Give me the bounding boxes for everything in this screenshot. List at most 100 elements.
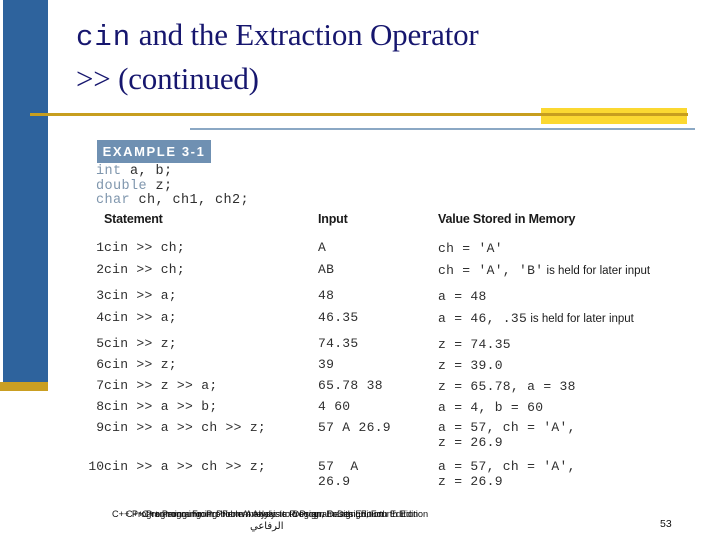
declaration-line: double z; — [96, 178, 249, 195]
row-value-code2: z = 26.9 — [438, 435, 503, 450]
footer-source-citation: C++ Programming: From Problem Analysis t… — [112, 509, 532, 523]
row-input: 39 — [318, 357, 335, 372]
declaration-rest: ch, ch1, ch2; — [130, 193, 250, 208]
declaration-rest: z; — [147, 178, 173, 194]
title-accent-block-stripe — [541, 113, 687, 116]
figure-top-rule — [190, 128, 695, 130]
keyword-double: double — [96, 178, 148, 194]
row-number: 10 — [88, 459, 104, 474]
example-badge: EXAMPLE 3-1 — [97, 140, 211, 163]
row-number: 4 — [96, 310, 104, 325]
row-value-code: a = 48 — [438, 289, 487, 304]
column-header-number — [80, 212, 104, 240]
row-value: ch = 'A' — [438, 240, 695, 262]
row-value-code: ch = 'A', 'B' — [438, 263, 544, 278]
row-statement: cin >> z; — [104, 336, 177, 351]
row-value: ch = 'A', 'B' is held for later input — [438, 262, 695, 288]
row-number: 7 — [96, 378, 104, 393]
row-value: a = 46, .35 is held for later input — [438, 310, 695, 336]
table-row: 10 cin >> a >> ch >> z; 57 A 26.9 a = 57… — [80, 459, 695, 498]
row-value: a = 48 — [438, 288, 695, 310]
row-input: 57 A 26.9 — [318, 459, 438, 498]
row-input: 74.35 — [318, 336, 359, 351]
row-input: 65.78 38 — [318, 378, 383, 393]
row-value-code: z = 39.0 — [438, 358, 503, 373]
row-value-code: a = 57, ch = 'A', — [438, 420, 576, 435]
page-number: 53 — [660, 518, 672, 530]
row-number: 2 — [96, 262, 104, 277]
row-value: z = 39.0 — [438, 357, 695, 378]
column-header-statement: Statement — [104, 212, 163, 226]
table-header-row: Statement Input Value Stored in Memory — [80, 212, 695, 240]
row-statement: cin >> ch; — [104, 262, 186, 277]
row-value-code: a = 4, b = 60 — [438, 400, 544, 415]
row-number: 6 — [96, 357, 104, 372]
row-statement: cin >> a >> ch >> z; — [104, 420, 267, 435]
row-input: A — [318, 240, 327, 255]
row-value-note: is held for later input — [527, 313, 634, 325]
row-value-code: a = 57, ch = 'A', — [438, 459, 576, 474]
table-row: 2 cin >> ch; AB ch = 'A', 'B' is held fo… — [80, 262, 695, 288]
column-header-input: Input — [318, 212, 348, 226]
row-input: 4 60 — [318, 399, 351, 414]
row-value-code: ch = 'A' — [438, 241, 503, 256]
row-input-line1: 57 A — [318, 459, 359, 474]
slide-title: cin and the Extraction Operator >> (cont… — [76, 14, 676, 99]
left-blue-rail — [3, 0, 48, 382]
row-input-line2: 26.9 — [318, 474, 351, 489]
title-accent-block — [541, 108, 687, 124]
footer-arabic-text: الرفاعي — [250, 521, 284, 532]
left-gold-rail — [0, 382, 48, 391]
table-row: 4 cin >> a; 46.35 a = 46, .35 is held fo… — [80, 310, 695, 336]
row-statement: cin >> a >> ch >> z; — [104, 459, 267, 474]
row-value: z = 74.35 — [438, 336, 695, 357]
table-row: 1 cin >> ch; A ch = 'A' — [80, 240, 695, 262]
row-number: 5 — [96, 336, 104, 351]
table-row: 7 cin >> z >> a; 65.78 38 z = 65.78, a =… — [80, 378, 695, 399]
slide-title-line-1: cin and the Extraction Operator — [76, 14, 676, 58]
table-row: 9 cin >> a >> ch >> z; 57 A 26.9 a = 57,… — [80, 420, 695, 459]
row-number: 1 — [96, 240, 104, 255]
example-figure: EXAMPLE 3-1 int a, b; double z; char ch,… — [80, 128, 695, 508]
row-statement: cin >> a; — [104, 288, 177, 303]
row-number: 3 — [96, 288, 104, 303]
slide-footer: C++ Programming: From Problem Analysis t… — [0, 509, 720, 540]
row-input: AB — [318, 262, 335, 277]
example-table: Statement Input Value Stored in Memory 1… — [80, 212, 695, 498]
title-line-1-rest: and the Extraction Operator — [131, 17, 479, 52]
row-value: a = 57, ch = 'A', z = 26.9 — [438, 420, 695, 459]
table-row: 5 cin >> z; 74.35 z = 74.35 — [80, 336, 695, 357]
title-cin-keyword: cin — [76, 21, 132, 54]
declaration-line: char ch, ch1, ch2; — [96, 193, 250, 209]
footer-source-layer-3: C++ Programming: From Analysis to Design… — [142, 509, 384, 519]
row-value-code: a = 46, .35 — [438, 311, 528, 326]
table-row: 8 cin >> a >> b; 4 60 a = 4, b = 60 — [80, 399, 695, 420]
variable-declarations: int a, b; double z; char ch, ch1, ch2; — [96, 164, 250, 209]
row-value-code2: z = 26.9 — [438, 474, 503, 489]
row-value: a = 57, ch = 'A', z = 26.9 — [438, 459, 695, 498]
row-statement: cin >> ch; — [104, 240, 186, 255]
table-row: 6 cin >> z; 39 z = 39.0 — [80, 357, 695, 378]
row-number: 9 — [96, 420, 104, 435]
declaration-rest: a, b; — [121, 164, 173, 179]
row-value: z = 65.78, a = 38 — [438, 378, 695, 399]
column-header-value: Value Stored in Memory — [438, 212, 576, 226]
row-statement: cin >> z >> a; — [104, 378, 218, 393]
row-value-code: z = 74.35 — [438, 337, 511, 352]
row-statement: cin >> a >> b; — [104, 399, 218, 414]
row-statement: cin >> a; — [104, 310, 177, 325]
row-number: 8 — [96, 399, 104, 414]
row-input: 57 A 26.9 — [318, 420, 391, 435]
keyword-int: int — [96, 164, 122, 179]
table-row: 3 cin >> a; 48 a = 48 — [80, 288, 695, 310]
table-body: 1 cin >> ch; A ch = 'A' 2 cin >> ch; AB … — [80, 240, 695, 498]
row-statement: cin >> z; — [104, 357, 177, 372]
row-value-note: is held for later input — [543, 265, 651, 277]
row-input: 48 — [318, 288, 335, 303]
row-input: 46.35 — [318, 310, 359, 325]
row-value-code: z = 65.78, a = 38 — [438, 379, 576, 394]
declaration-line: int a, b; — [96, 164, 249, 180]
keyword-char: char — [96, 193, 131, 208]
slide-title-line-2: >> (continued) — [76, 60, 259, 96]
row-value: a = 4, b = 60 — [438, 399, 695, 420]
